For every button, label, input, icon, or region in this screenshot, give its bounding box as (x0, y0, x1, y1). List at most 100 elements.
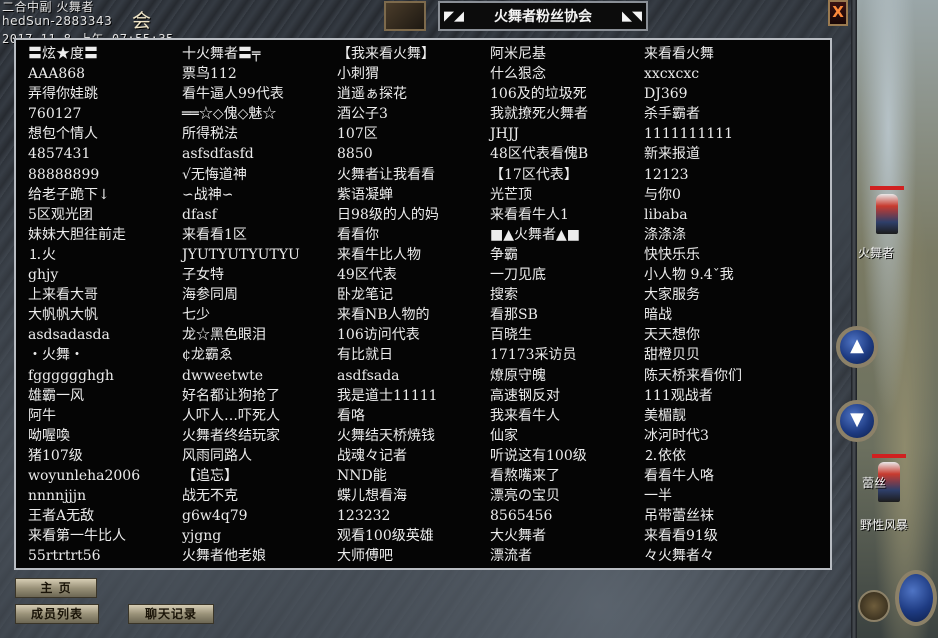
scroll-down-button[interactable]: ▼ (836, 400, 878, 442)
member-name[interactable]: ══☆◇傀◇魅☆ (182, 104, 300, 124)
member-name[interactable]: 天天想你 (644, 325, 742, 345)
member-name[interactable]: 阿米尼基 (490, 44, 588, 64)
member-name[interactable]: 光芒顶 (490, 185, 588, 205)
home-button[interactable]: 主 页 (15, 578, 97, 598)
member-name[interactable]: 来看看91级 (644, 526, 742, 546)
member-name[interactable]: 所得税法 (182, 124, 300, 144)
member-name[interactable]: 〓炫★度〓 (28, 44, 140, 64)
member-name[interactable]: 猪107级 (28, 446, 140, 466)
member-name[interactable]: 百晓生 (490, 325, 588, 345)
member-name[interactable]: asfsdfasfd (182, 144, 300, 164)
member-name[interactable]: 我就撩死火舞者 (490, 104, 588, 124)
member-name[interactable]: 龙☆黑色眼泪 (182, 325, 300, 345)
member-name[interactable]: 我来看牛人 (490, 406, 588, 426)
member-name[interactable]: 来看看火舞 (644, 44, 742, 64)
member-name[interactable]: 有比就日 (337, 345, 439, 365)
member-name[interactable]: 新来报道 (644, 144, 742, 164)
member-name[interactable]: ghjy (28, 265, 140, 285)
member-name[interactable]: 想包个情人 (28, 124, 140, 144)
member-name[interactable]: 来看牛比人物 (337, 245, 439, 265)
member-name[interactable]: 看看牛人咯 (644, 466, 742, 486)
member-name[interactable]: woyunleha2006 (28, 466, 140, 486)
member-name[interactable]: 々火舞者々 (644, 546, 742, 566)
member-name[interactable]: 12123 (644, 165, 742, 185)
member-name[interactable]: 小人物 9.4ˇ我 (644, 265, 742, 285)
member-name[interactable]: 弄得你娃跳 (28, 84, 140, 104)
member-name[interactable]: 看咯 (337, 406, 439, 426)
member-name[interactable]: 蝶儿想看海 (337, 486, 439, 506)
member-name[interactable]: √无悔道神 (182, 165, 300, 185)
close-button[interactable]: X (828, 0, 848, 26)
member-name[interactable]: 111观战者 (644, 386, 742, 406)
member-name[interactable]: 大家服务 (644, 285, 742, 305)
member-name[interactable]: 4857431 (28, 144, 140, 164)
member-name[interactable]: 卧龙笔记 (337, 285, 439, 305)
member-name[interactable]: 【追忘】 (182, 466, 300, 486)
member-name[interactable]: 紫语凝蝉 (337, 185, 439, 205)
member-name[interactable]: 海参同周 (182, 285, 300, 305)
member-name[interactable]: 8565456 (490, 506, 588, 526)
member-name[interactable]: 火舞者他老娘 (182, 546, 300, 566)
member-name[interactable]: 子女特 (182, 265, 300, 285)
member-name[interactable]: 760127 (28, 104, 140, 124)
member-name[interactable]: 【17区代表】 (490, 165, 588, 185)
member-name[interactable]: 来看看牛人1 (490, 205, 588, 225)
member-name[interactable]: 看牛逼人99代表 (182, 84, 300, 104)
member-name[interactable]: yjgng (182, 526, 300, 546)
member-name[interactable]: 5区观光团 (28, 205, 140, 225)
member-name[interactable]: asdsadasda (28, 325, 140, 345)
member-name[interactable]: 阿牛 (28, 406, 140, 426)
chat-log-button[interactable]: 聊天记录 (128, 604, 214, 624)
member-name[interactable]: 涤涤涤 (644, 225, 742, 245)
member-name[interactable]: 大帆帆大帆 (28, 305, 140, 325)
member-name[interactable]: 123232 (337, 506, 439, 526)
member-name[interactable]: 88888899 (28, 165, 140, 185)
member-name[interactable]: 高速钢反对 (490, 386, 588, 406)
member-name[interactable]: 美楣靓 (644, 406, 742, 426)
member-name[interactable]: 来看看1区 (182, 225, 300, 245)
member-name[interactable]: 风雨同路人 (182, 446, 300, 466)
member-name[interactable]: 【我来看火舞】 (337, 44, 439, 64)
member-name[interactable]: 看熬嘴来了 (490, 466, 588, 486)
member-name[interactable]: asdfsada (337, 366, 439, 386)
member-name[interactable]: 人吓人…吓死人 (182, 406, 300, 426)
member-name[interactable]: 给老子跪下↓ (28, 185, 140, 205)
member-name[interactable]: JYUTYUTYUTYU (182, 245, 300, 265)
member-name[interactable]: DJ369 (644, 84, 742, 104)
menu-orb-button[interactable] (895, 570, 937, 626)
member-name[interactable]: 好名都让狗抢了 (182, 386, 300, 406)
member-name[interactable]: NND能 (337, 466, 439, 486)
member-list-button[interactable]: 成员列表 (15, 604, 99, 624)
member-name[interactable]: xxcxcxc (644, 64, 742, 84)
member-name[interactable]: 火舞者让我看看 (337, 165, 439, 185)
member-name[interactable]: 仙家 (490, 426, 588, 446)
member-name[interactable]: 听说这有100级 (490, 446, 588, 466)
member-name[interactable]: AAA868 (28, 64, 140, 84)
orb-icon[interactable] (858, 590, 890, 622)
member-name[interactable]: 来看第一牛比人 (28, 526, 140, 546)
member-name[interactable]: 雄霸一风 (28, 386, 140, 406)
member-name[interactable]: 我是道士11111 (337, 386, 439, 406)
member-name[interactable]: 火舞结天桥焼钱 (337, 426, 439, 446)
member-name[interactable]: 49区代表 (337, 265, 439, 285)
member-name[interactable]: 票鸟112 (182, 64, 300, 84)
member-name[interactable]: ・火舞・ (28, 345, 140, 365)
member-name[interactable]: 漂亮の宝贝 (490, 486, 588, 506)
member-name[interactable]: 107区 (337, 124, 439, 144)
member-name[interactable]: 日98级的人的妈 (337, 205, 439, 225)
member-name[interactable]: 逍遥ぁ探花 (337, 84, 439, 104)
member-name[interactable]: 七少 (182, 305, 300, 325)
member-name[interactable]: ⒉依依 (644, 446, 742, 466)
member-name[interactable]: 漂流者 (490, 546, 588, 566)
member-name[interactable]: ¢龙霸ゑ (182, 345, 300, 365)
member-name[interactable]: dfasf (182, 205, 300, 225)
member-name[interactable]: JHJJ (490, 124, 588, 144)
member-name[interactable]: 战无不克 (182, 486, 300, 506)
member-name[interactable]: 大火舞者 (490, 526, 588, 546)
member-name[interactable]: 战魂々记者 (337, 446, 439, 466)
member-name[interactable]: 陈天桥来看你们 (644, 366, 742, 386)
member-name[interactable]: dwweetwte (182, 366, 300, 386)
member-name[interactable]: 呦喔喚 (28, 426, 140, 446)
member-name[interactable]: libaba (644, 205, 742, 225)
member-name[interactable]: 一半 (644, 486, 742, 506)
